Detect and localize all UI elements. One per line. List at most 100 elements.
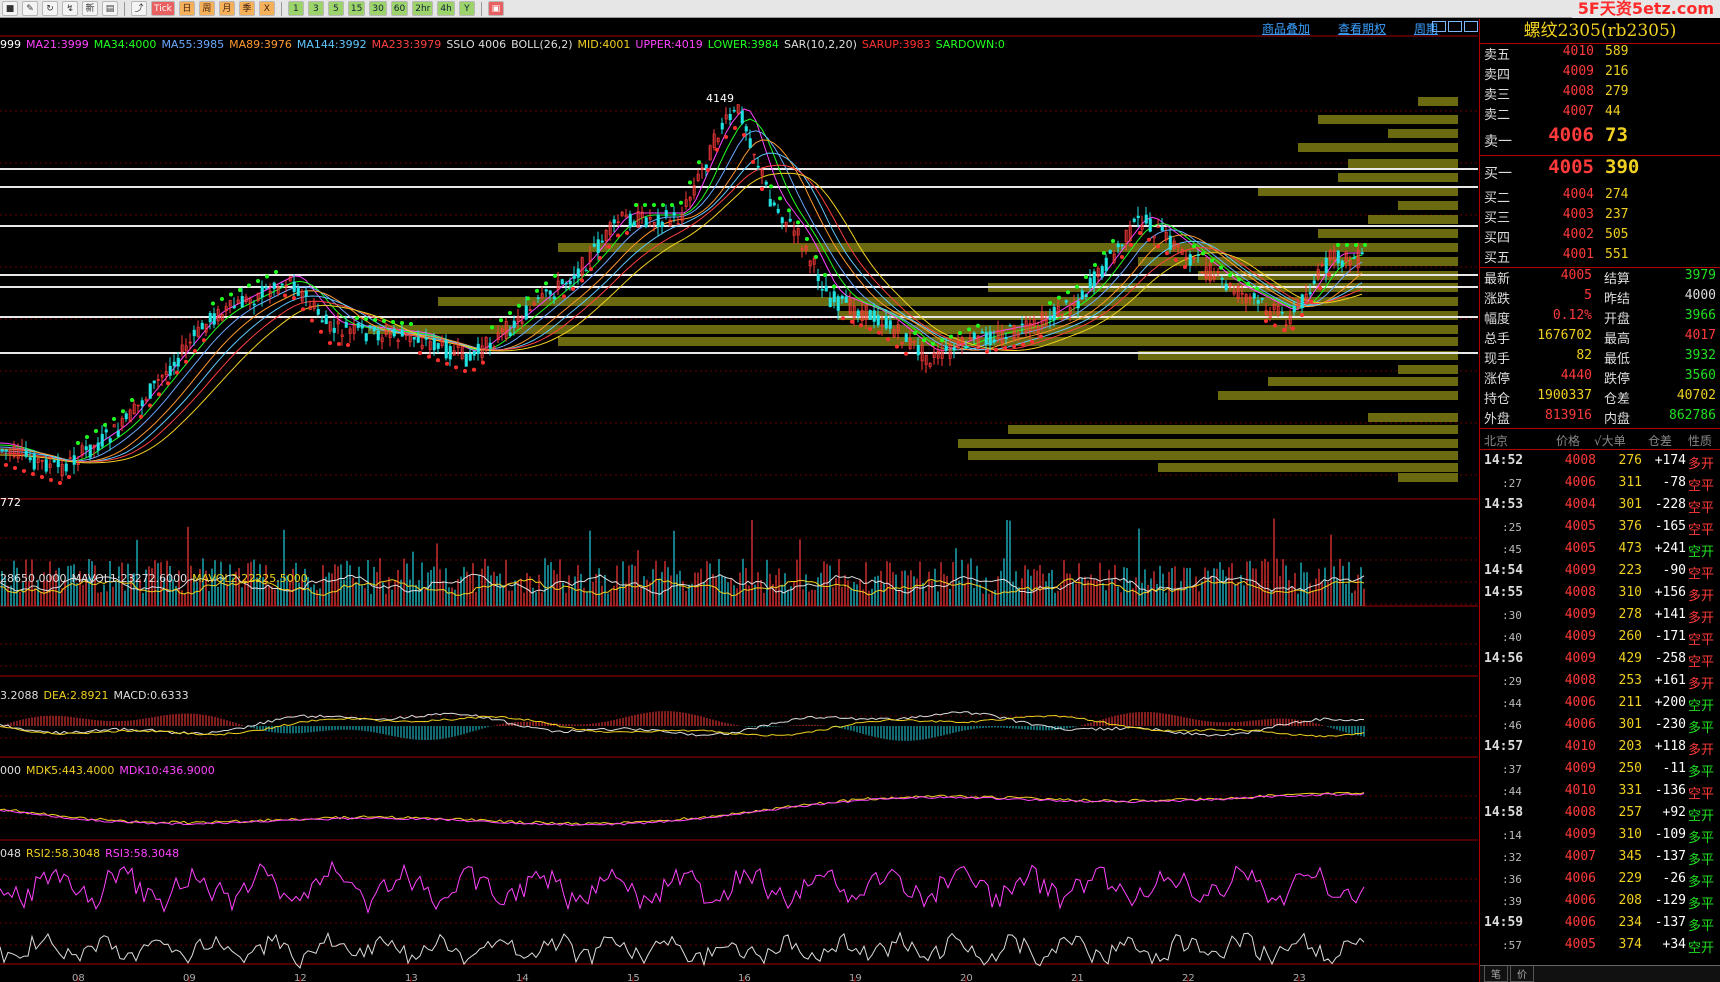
stat-label: 涨停 <box>1484 372 1511 387</box>
tick-row[interactable]: :27 4006 311 -78 空平 <box>1480 472 1720 494</box>
tick-price: 4006 <box>1564 871 1596 886</box>
tick-row[interactable]: :25 4005 376 -165 空平 <box>1480 516 1720 538</box>
toolbar-button-12[interactable]: X <box>258 1 275 16</box>
link-view-options[interactable]: 查看期权 <box>1338 20 1386 37</box>
sar-dot <box>652 203 656 207</box>
sar-dot <box>1075 284 1079 289</box>
toolbar-button-3[interactable]: ↯ <box>62 1 78 16</box>
toolbar-button-17[interactable]: 30 <box>369 1 387 16</box>
book-level-label: 买五 <box>1484 251 1511 266</box>
toolbar-button-18[interactable]: 60 <box>390 1 409 16</box>
stat-label: 涨跌 <box>1484 292 1511 307</box>
book-row[interactable]: 卖三 4008 279 <box>1480 84 1720 104</box>
toolbar-button-2[interactable]: ↻ <box>42 1 58 16</box>
book-row[interactable]: 卖一 4006 73 <box>1480 124 1720 155</box>
toolbar-button-9[interactable]: 周 <box>198 1 215 16</box>
tick-row[interactable]: 14:58 4008 257 +92 空开 <box>1480 802 1720 824</box>
toolbar-button-4[interactable]: 新 <box>82 1 98 16</box>
tick-price: 4006 <box>1564 893 1596 908</box>
tick-row[interactable]: :44 4010 331 -136 空平 <box>1480 780 1720 802</box>
toolbar-button-1[interactable]: ✎ <box>22 1 38 16</box>
tick-volume: 345 <box>1618 849 1642 864</box>
layout-button-3[interactable] <box>1464 21 1478 32</box>
tick-row[interactable]: :37 4009 250 -11 多平 <box>1480 758 1720 780</box>
kline-chart-area[interactable]: 4149 772 08 09 12 13 14 15 16 19 20 21 22 23 商品叠加 查看期… <box>0 19 1478 982</box>
toolbar-button-21[interactable]: Y <box>458 1 475 16</box>
candle-body <box>1340 260 1344 267</box>
book-row[interactable]: 卖五 4010 589 <box>1480 44 1720 64</box>
legend-item: MAVOL2:22225.5000 <box>192 572 308 585</box>
tick-row[interactable]: :32 4007 345 -137 多平 <box>1480 846 1720 868</box>
tick-row[interactable]: :57 4005 374 +34 空开 <box>1480 934 1720 956</box>
toolbar-button-14[interactable]: 3 <box>307 1 324 16</box>
layout-button-2[interactable] <box>1448 21 1462 32</box>
tick-row[interactable]: 14:52 4008 276 +174 多开 <box>1480 450 1720 472</box>
sar-dot <box>1003 346 1007 350</box>
candle-body <box>568 280 572 285</box>
tick-oi-change: -11 <box>1662 761 1686 776</box>
tick-time: :45 <box>1502 543 1522 556</box>
layout-button-1[interactable] <box>1432 21 1446 32</box>
book-row[interactable]: 买四 4002 505 <box>1480 227 1720 247</box>
toolbar-button-0[interactable]: ■ <box>2 1 18 16</box>
tick-oi-change: -165 <box>1654 519 1686 534</box>
toolbar-button-8[interactable]: 日 <box>178 1 195 16</box>
tick-row[interactable]: :36 4006 229 -26 多平 <box>1480 868 1720 890</box>
tick-row[interactable]: :44 4006 211 +200 空开 <box>1480 692 1720 714</box>
book-row[interactable]: 买二 4004 274 <box>1480 187 1720 207</box>
toolbar-button-13[interactable]: 1 <box>287 1 304 16</box>
toolbar-button-5[interactable]: ▤ <box>102 1 118 16</box>
low-price-label: 772 <box>0 496 21 509</box>
tick-row[interactable]: 14:57 4010 203 +118 多开 <box>1480 736 1720 758</box>
candle-body <box>152 380 156 384</box>
toolbar-button-15[interactable]: 5 <box>327 1 344 16</box>
candle-body <box>172 361 176 367</box>
toolbar-button-7[interactable]: Tick <box>151 1 175 16</box>
stat-label: 总手 <box>1484 332 1511 347</box>
tick-row[interactable]: :14 4009 310 -109 多平 <box>1480 824 1720 846</box>
tick-volume: 260 <box>1618 629 1642 644</box>
toolbar-button-16[interactable]: 15 <box>347 1 366 16</box>
sar-dot <box>283 293 287 298</box>
tick-row[interactable]: 14:56 4009 429 -258 空平 <box>1480 648 1720 670</box>
tick-row[interactable]: :45 4005 473 +241 空开 <box>1480 538 1720 560</box>
stat-label: 内盘 <box>1604 412 1631 427</box>
legend-item: MA89:3976 <box>229 38 292 51</box>
tick-row[interactable]: :40 4009 260 -171 空平 <box>1480 626 1720 648</box>
candle-body <box>124 413 128 420</box>
stat-label: 开盘 <box>1604 312 1631 327</box>
tick-price: 4008 <box>1564 673 1596 688</box>
book-row[interactable]: 买三 4003 237 <box>1480 207 1720 227</box>
kline-chart-svg[interactable]: 4149 772 08 09 12 13 14 15 16 19 20 21 22 23 <box>0 19 1478 982</box>
tick-row[interactable]: :29 4008 253 +161 多开 <box>1480 670 1720 692</box>
toolbar-button-6[interactable]: ⤴ <box>131 1 147 16</box>
book-row[interactable]: 买一 4005 390 <box>1480 156 1720 187</box>
toolbar-button-19[interactable]: 2hr <box>412 1 434 16</box>
panel-tab-1[interactable]: 价 <box>1510 966 1534 982</box>
sar-dot <box>436 358 440 363</box>
tick-row[interactable]: :39 4006 208 -129 多平 <box>1480 890 1720 912</box>
sar-dot <box>553 273 557 278</box>
toolbar-button-20[interactable]: 4h <box>437 1 455 16</box>
tick-row[interactable]: 14:59 4006 234 -137 多平 <box>1480 912 1720 934</box>
tick-row[interactable]: :46 4006 301 -230 多平 <box>1480 714 1720 736</box>
book-volume: 73 <box>1605 124 1628 146</box>
tick-row[interactable]: 14:53 4004 301 -228 空平 <box>1480 494 1720 516</box>
toolbar-button-22[interactable]: ▣ <box>487 1 504 16</box>
link-overlay-commodity[interactable]: 商品叠加 <box>1262 20 1310 37</box>
candle-body <box>1324 257 1328 273</box>
candle-body <box>888 320 892 329</box>
toolbar-button-10[interactable]: 月 <box>218 1 235 16</box>
book-row[interactable]: 卖二 4007 44 <box>1480 104 1720 124</box>
book-row[interactable]: 买五 4001 551 <box>1480 247 1720 267</box>
book-row[interactable]: 卖四 4009 216 <box>1480 64 1720 84</box>
panel-tab-0[interactable]: 笔 <box>1484 966 1508 982</box>
tick-volume: 234 <box>1618 915 1642 930</box>
toolbar-button-11[interactable]: 季 <box>238 1 255 16</box>
candle-body <box>52 460 56 463</box>
tick-row[interactable]: 14:54 4009 223 -90 空平 <box>1480 560 1720 582</box>
sar-dot <box>418 351 422 355</box>
tick-table[interactable]: 14:52 4008 276 +174 多开:27 4006 311 -78 空平 14:53 40… <box>1480 450 1720 956</box>
tick-row[interactable]: 14:55 4008 310 +156 多开 <box>1480 582 1720 604</box>
tick-row[interactable]: :30 4009 278 +141 多开 <box>1480 604 1720 626</box>
